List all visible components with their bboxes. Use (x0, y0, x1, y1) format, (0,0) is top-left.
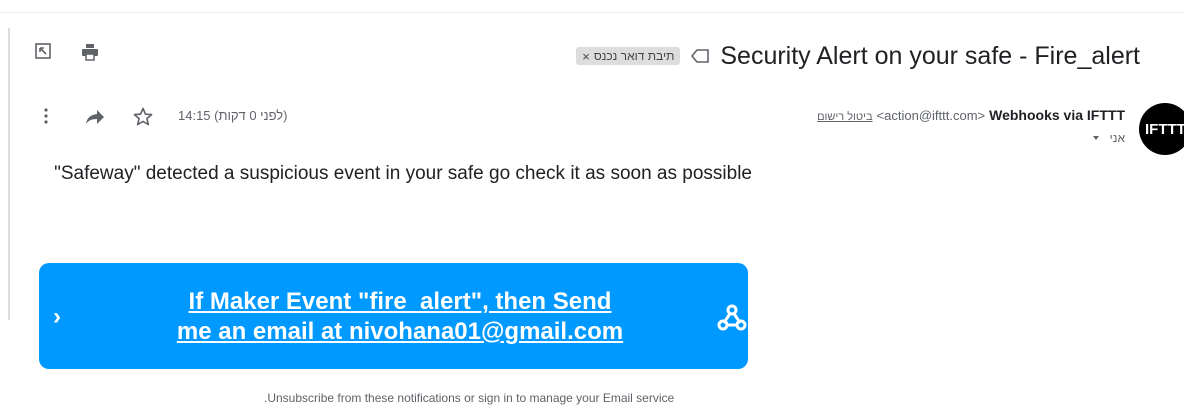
sender-name: Webhooks via IFTTT (989, 107, 1125, 123)
webhooks-icon (717, 304, 747, 331)
sender-line: Webhooks via IFTTT <action@ifttt.com> בי… (817, 107, 1125, 123)
importance-marker-icon[interactable] (690, 48, 710, 64)
avatar: IFTTT (1139, 103, 1184, 155)
top-divider (0, 12, 1184, 13)
footer-notice[interactable]: Unsubscribe from these notifications or … (264, 391, 674, 405)
forward-icon[interactable] (84, 107, 106, 127)
star-icon[interactable] (132, 106, 154, 128)
chevron-right-icon: › (53, 303, 61, 330)
recipient-label: אני (1109, 131, 1125, 145)
recipient-toggle[interactable]: אני (1091, 131, 1125, 145)
inbox-label-text: תיבת דואר נכנס (593, 49, 675, 63)
email-subject: Security Alert on your safe - Fire_alert (720, 41, 1140, 70)
message-timestamp: 14:15 (לפני 0 דקות) (178, 108, 288, 123)
applet-link-text[interactable]: If Maker Event "fire_alert", then Send m… (115, 287, 685, 347)
print-icon[interactable] (80, 42, 100, 62)
sender-email: <action@ifttt.com> (876, 108, 986, 123)
applet-text-line-2: me an email at nivohana01@gmail.com (176, 318, 624, 345)
close-icon[interactable]: × (582, 49, 590, 64)
message-body: Safeway" detected a suspicious event in … (54, 163, 752, 184)
expand-icon[interactable] (34, 42, 52, 60)
applet-text-line-1: If Maker Event "fire_alert", then Send (188, 288, 612, 315)
more-vert-icon[interactable] (40, 106, 52, 126)
inbox-label-chip[interactable]: תיבת דואר נכנס × (576, 47, 681, 65)
unsubscribe-link[interactable]: ביטול רישום (817, 111, 872, 123)
left-divider (8, 28, 10, 320)
applet-card-button[interactable]: › If Maker Event "fire_alert", then Send… (39, 263, 748, 369)
subject-row: Security Alert on your safe - Fire_alert… (576, 36, 1140, 76)
chevron-down-icon (1092, 136, 1099, 140)
